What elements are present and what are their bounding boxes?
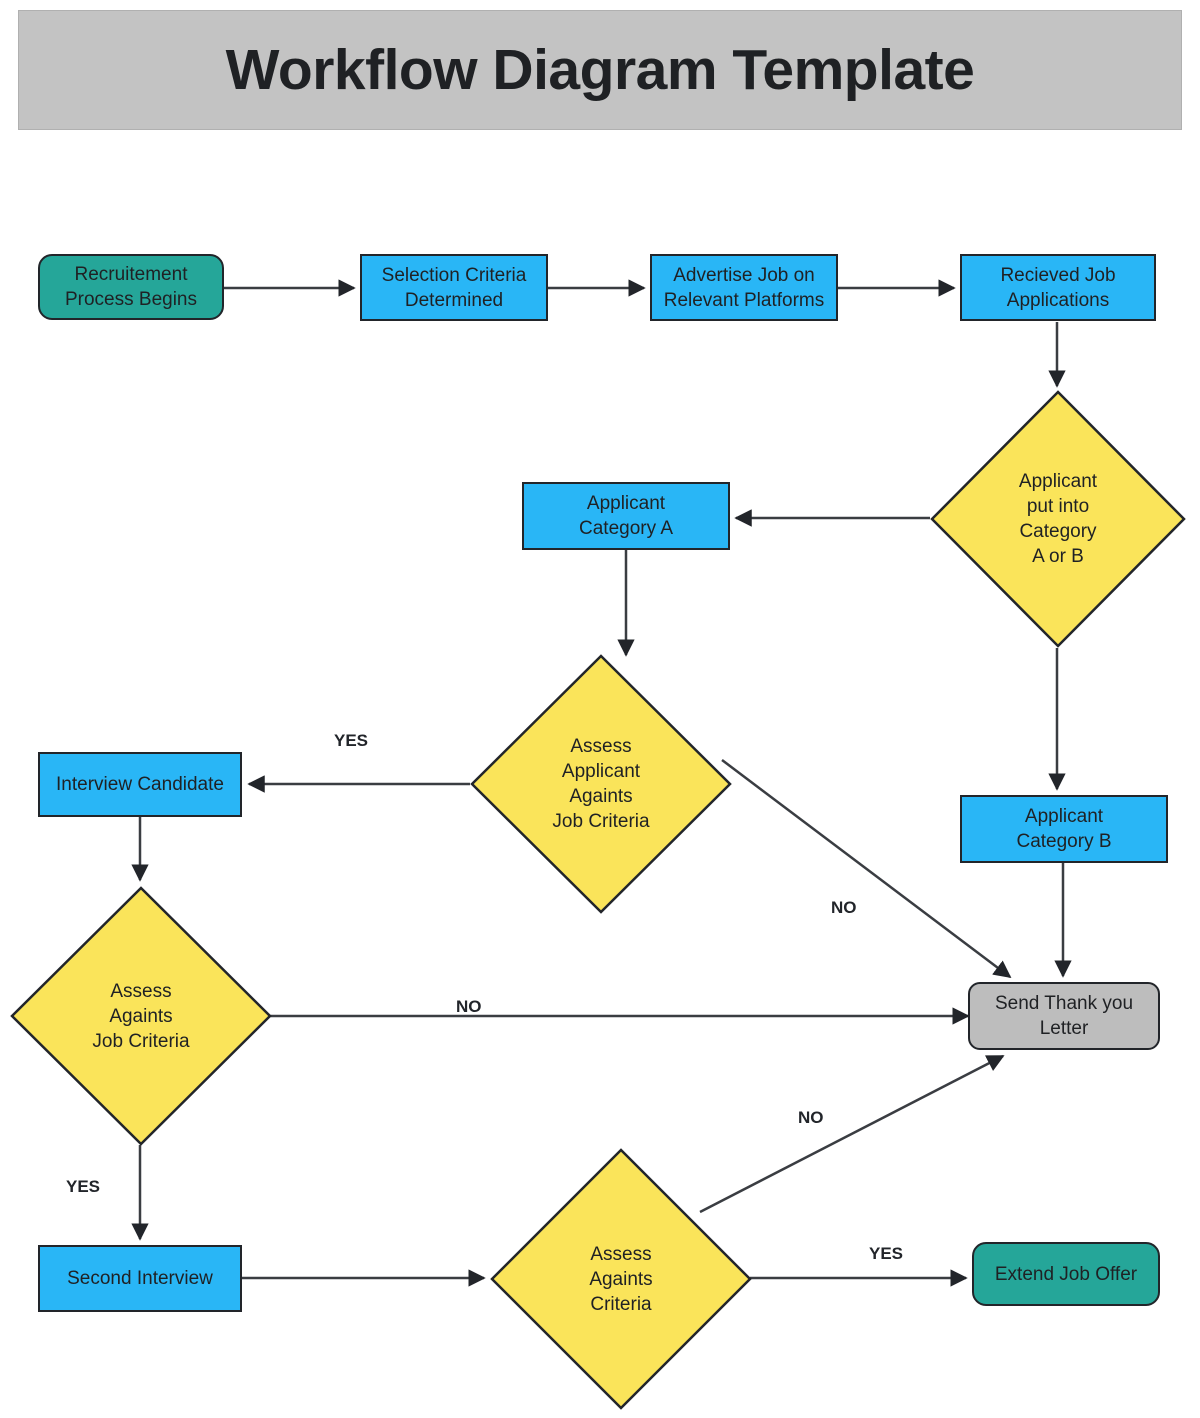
node-applicant-category-b[interactable]: Applicant Category B [960, 795, 1168, 863]
node-label: Second Interview [67, 1268, 213, 1289]
node-label-line: Applications [1006, 289, 1110, 311]
node-label: Advertise Job on Relevant Platforms [664, 263, 825, 313]
node-label: Send Thank you Letter [995, 991, 1133, 1041]
node-label: Applicant Category B [1016, 804, 1111, 854]
node-selection-criteria-determined[interactable]: Selection Criteria Determined [360, 254, 548, 321]
node-label: Assess Againts Criteria [589, 1243, 653, 1315]
node-second-interview[interactable]: Second Interview [38, 1245, 242, 1312]
node-label-line: Recruitement [74, 264, 188, 285]
node-label-line: Send Thank you [994, 993, 1134, 1014]
edge-label-no-assess-againts-job: NO [456, 997, 482, 1016]
node-label: Applicant put into Category A or B [1018, 471, 1098, 567]
node-assess-againts-criteria[interactable]: Assess Againts Criteria [490, 1148, 752, 1410]
node-label: Assess Applicant Againts Job Criteria [552, 736, 650, 832]
node-label-line: Applicant [1024, 806, 1104, 827]
edge-label-yes-extend-offer: YES [869, 1244, 904, 1263]
node-interview-candidate[interactable]: Interview Candidate [38, 752, 242, 817]
edge-label-no-assess-againts-criteria: NO [798, 1108, 824, 1127]
edge-label-no-assess-applicant: NO [831, 898, 857, 917]
page-title: Workflow Diagram Template [225, 38, 975, 102]
node-label: Interview Candidate [56, 774, 224, 795]
node-extend-job-offer[interactable]: Extend Job Offer [972, 1242, 1160, 1306]
workflow-diagram-canvas: Workflow Diagram Template Recruitement P… [0, 0, 1200, 1418]
node-label-line: Selection Criteria [381, 264, 527, 286]
node-label-line: Relevant Platforms [663, 289, 825, 311]
node-label-line: Applicant [586, 493, 666, 514]
node-label: Extend Job Offer [994, 1263, 1138, 1285]
node-send-thank-you-letter[interactable]: Send Thank you Letter [968, 982, 1160, 1050]
node-label-line: Category B [1016, 831, 1112, 852]
node-label: Applicant Category A [579, 491, 673, 541]
node-recieved-job-applications[interactable]: Recieved Job Applications [960, 254, 1156, 321]
node-label-line: Process Begins [64, 289, 197, 310]
node-label: Selection Criteria Determined [382, 263, 527, 313]
node-label-line: Advertise Job on [673, 264, 815, 286]
node-label-line: Determined [404, 289, 504, 311]
edge-label-yes-second-interview: YES [66, 1177, 101, 1196]
node-advertise-job[interactable]: Advertise Job on Relevant Platforms [650, 254, 838, 321]
node-label: Recruitement Process Begins [65, 262, 197, 312]
node-label-line: Letter [1039, 1018, 1089, 1039]
node-label-line: Recieved Job [1000, 264, 1116, 286]
page-title-banner: Workflow Diagram Template [18, 10, 1182, 130]
node-recruitment-process-begins[interactable]: Recruitement Process Begins [38, 254, 224, 320]
node-assess-applicant-againts-job-criteria[interactable]: Assess Applicant Againts Job Criteria [470, 654, 732, 914]
node-applicant-put-into-category[interactable]: Applicant put into Category A or B [930, 390, 1186, 648]
node-label: Assess Againts Job Criteria [92, 980, 190, 1052]
edge-assess-applicant-no-to-thankyou [721, 759, 1012, 979]
edge-label-yes-interview: YES [334, 731, 369, 750]
node-assess-againts-job-criteria[interactable]: Assess Againts Job Criteria [10, 886, 272, 1146]
node-label: Recieved Job Applications [1000, 263, 1115, 313]
node-applicant-category-a[interactable]: Applicant Category A [522, 482, 730, 550]
node-label-line: Category A [579, 518, 673, 539]
